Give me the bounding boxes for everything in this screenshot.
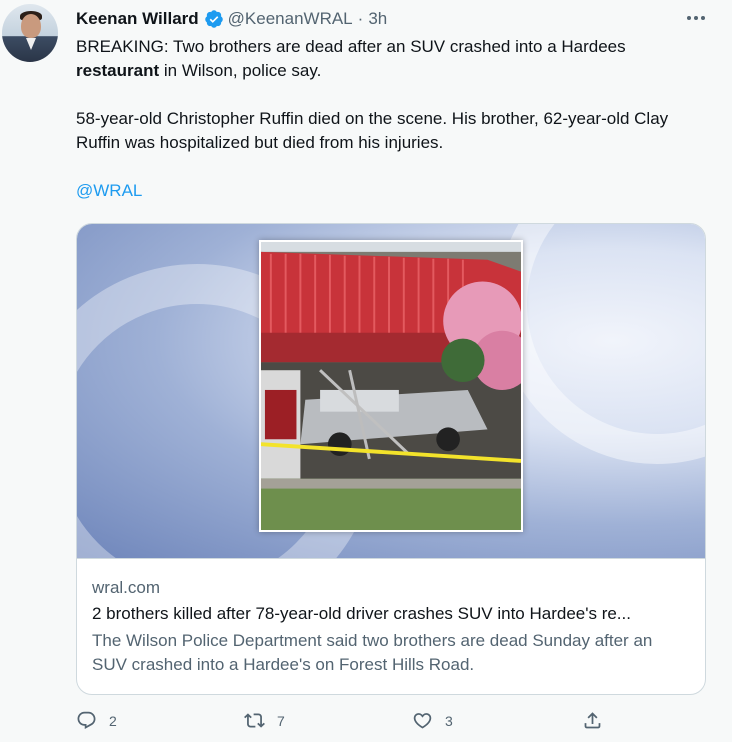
share-icon bbox=[584, 712, 601, 729]
card-image[interactable] bbox=[77, 224, 705, 559]
reply-button[interactable]: 2 bbox=[76, 710, 117, 731]
author-name[interactable]: Keenan Willard bbox=[76, 9, 199, 29]
avatar-face bbox=[21, 14, 41, 38]
reply-count: 2 bbox=[109, 712, 117, 729]
card-description: The Wilson Police Department said two br… bbox=[92, 631, 653, 674]
card-title[interactable]: 2 brothers killed after 78-year-old driv… bbox=[92, 604, 692, 624]
author-handle[interactable]: @KeenanWRAL bbox=[228, 9, 353, 29]
background-swirl bbox=[497, 224, 705, 464]
tweet-timestamp[interactable]: 3h bbox=[368, 9, 387, 29]
link-card[interactable]: wral.com 2 brothers killed after 78-year… bbox=[76, 223, 706, 695]
share-button[interactable] bbox=[582, 710, 603, 731]
tweet-actions: 2 7 3 bbox=[76, 710, 636, 736]
retweet-count: 7 bbox=[277, 712, 285, 729]
mention-link[interactable]: @WRAL bbox=[76, 181, 142, 200]
avatar[interactable] bbox=[2, 4, 58, 62]
tweet-text-line2-rest: in Wilson, police say. bbox=[159, 61, 322, 80]
header-separator: · bbox=[357, 9, 364, 28]
retweet-icon bbox=[244, 713, 265, 728]
avatar-collar bbox=[26, 38, 36, 50]
crash-scene-photo bbox=[259, 240, 523, 532]
like-button[interactable]: 3 bbox=[412, 710, 453, 731]
more-icon[interactable] bbox=[684, 8, 708, 28]
tweet-header: Keenan Willard @KeenanWRAL · 3h bbox=[76, 7, 387, 31]
like-icon bbox=[413, 713, 432, 729]
tweet[interactable]: Keenan Willard @KeenanWRAL · 3h BREAKING… bbox=[0, 0, 732, 742]
retweet-button[interactable]: 7 bbox=[244, 710, 285, 731]
tweet-text-line1: BREAKING: Two brothers are dead after an… bbox=[76, 37, 626, 56]
tweet-text-para2: 58-year-old Christopher Ruffin died on t… bbox=[76, 109, 669, 152]
verified-badge-icon bbox=[204, 10, 223, 28]
card-domain: wral.com bbox=[92, 578, 161, 597]
tweet-text-line2: restaurant in Wilson, police say. bbox=[76, 59, 706, 83]
tweet-text: BREAKING: Two brothers are dead after an… bbox=[76, 35, 706, 203]
tweet-text-bold: restaurant bbox=[76, 61, 160, 80]
like-count: 3 bbox=[445, 712, 453, 729]
reply-icon bbox=[77, 711, 96, 729]
